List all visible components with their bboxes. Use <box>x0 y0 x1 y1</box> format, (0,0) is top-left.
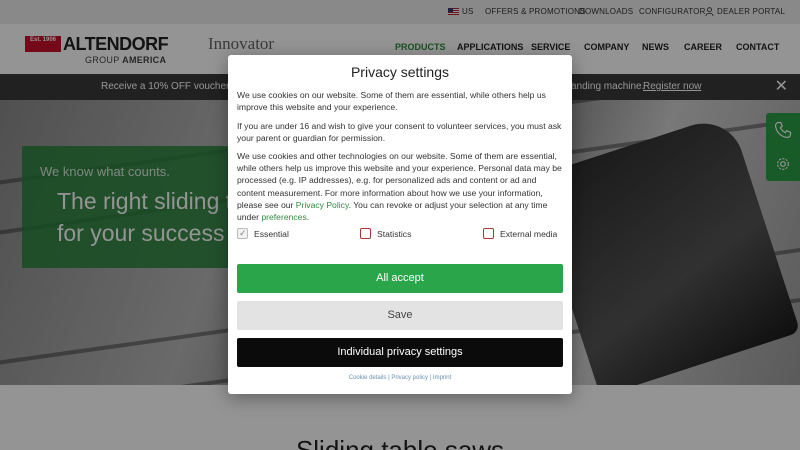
paragraph-3-text-end: . <box>306 212 310 223</box>
imprint-link[interactable]: Imprint <box>433 375 451 381</box>
cookie-details-link[interactable]: Cookie details <box>349 375 387 381</box>
privacy-policy-footer-link[interactable]: Privacy policy <box>391 375 428 381</box>
dialog-footer-links: Cookie details | Privacy policy | Imprin… <box>228 375 572 381</box>
statistics-checkbox[interactable]: Statistics <box>360 227 411 241</box>
privacy-settings-dialog: Privacy settings We use cookies on our w… <box>228 55 572 394</box>
statistics-label: Statistics <box>377 229 412 239</box>
checkbox-checked-icon <box>237 226 248 240</box>
footer-separator: | <box>429 375 432 381</box>
preferences-link[interactable]: preferences <box>261 212 306 222</box>
accept-all-button[interactable]: All accept <box>237 264 563 293</box>
footer-separator: | <box>388 375 390 381</box>
essential-checkbox[interactable]: Essential <box>237 226 289 241</box>
privacy-paragraph-1: We use cookies on our website. Some of t… <box>237 90 546 113</box>
external-media-checkbox[interactable]: External media <box>483 227 557 241</box>
essential-label: Essential <box>254 229 289 239</box>
save-button[interactable]: Save <box>237 301 563 330</box>
checkbox-empty-icon <box>360 228 371 239</box>
individual-privacy-settings-button[interactable]: Individual privacy settings <box>237 338 563 367</box>
privacy-paragraph-2: If you are under 16 and wish to give you… <box>237 121 562 144</box>
dialog-title: Privacy settings <box>350 64 450 80</box>
checkbox-empty-icon <box>483 228 494 239</box>
privacy-paragraph-3: We use cookies and other technologies on… <box>237 150 563 223</box>
privacy-policy-link[interactable]: Privacy Policy <box>296 200 349 210</box>
external-media-label: External media <box>500 229 558 239</box>
